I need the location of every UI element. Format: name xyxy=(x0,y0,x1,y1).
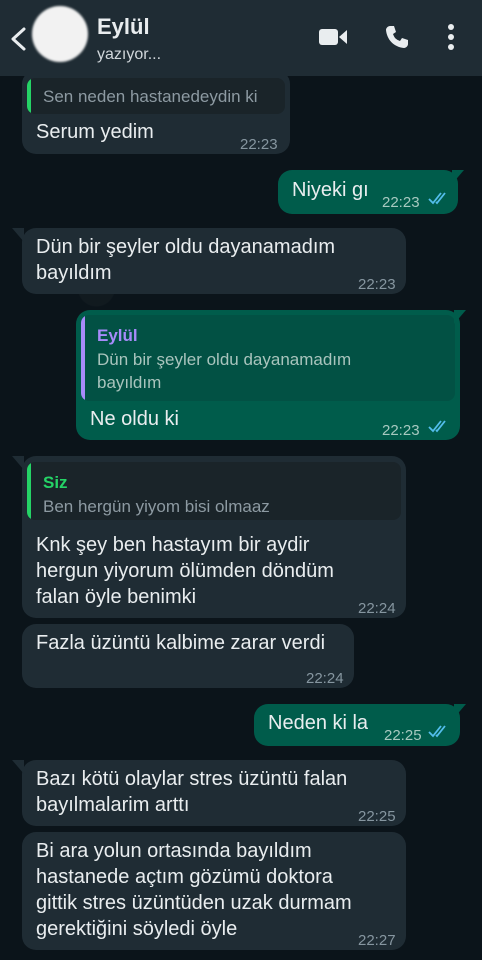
message-incoming[interactable]: Sen neden hastanedeydin ki Serum yedim 2… xyxy=(22,70,290,154)
reply-quote[interactable]: Sen neden hastanedeydin ki xyxy=(27,78,285,114)
message-text: Niyeki gı xyxy=(292,179,369,201)
message-incoming[interactable]: Siz Ben hergün yiyom bisi olmaaz Knk şey… xyxy=(22,456,406,618)
message-incoming[interactable]: Bazı kötü olaylar stres üzüntü falan bay… xyxy=(22,760,406,826)
message-outgoing[interactable]: Eylül Dün bir şeyler oldu dayanamadım ba… xyxy=(76,310,460,440)
contact-name[interactable]: Eylül xyxy=(97,14,150,40)
bubble-tail xyxy=(452,170,464,184)
message-text: hastanede açtım gözümü doktora xyxy=(36,866,333,888)
message-incoming[interactable]: Fazla üzüntü kalbime zarar verdi 22:24 xyxy=(22,624,354,688)
reply-quote[interactable]: Eylül Dün bir şeyler oldu dayanamadım ba… xyxy=(81,315,455,401)
message-text: Fazla üzüntü kalbime zarar verdi xyxy=(36,632,326,654)
message-time: 22:25 xyxy=(358,808,396,825)
message-text: falan öyle benimki xyxy=(36,586,197,608)
message-incoming[interactable]: Dün bir şeyler oldu dayanamadım bayıldım… xyxy=(22,228,406,294)
video-call-icon[interactable] xyxy=(318,26,348,48)
typing-status: yazıyor... xyxy=(97,46,162,63)
double-check-icon xyxy=(428,725,446,738)
message-time: 22:23 xyxy=(382,422,420,439)
quote-author: Siz xyxy=(43,473,68,492)
message-time: 22:23 xyxy=(382,194,420,211)
quote-text: Dün bir şeyler oldu dayanamadım xyxy=(97,350,352,369)
message-text: bayılmalarim arttı xyxy=(36,794,190,816)
quote-text: bayıldım xyxy=(97,373,162,392)
message-time: 22:27 xyxy=(358,932,396,949)
message-text: bayıldım xyxy=(36,262,112,284)
message-time: 22:23 xyxy=(240,136,278,153)
bubble-tail xyxy=(12,760,24,774)
bubble-tail xyxy=(12,228,24,242)
back-arrow-icon[interactable] xyxy=(8,26,30,52)
message-text: Neden ki la xyxy=(268,712,369,734)
avatar[interactable] xyxy=(32,6,88,62)
message-outgoing[interactable]: Neden ki la 22:25 xyxy=(254,704,460,746)
double-check-icon xyxy=(428,192,446,205)
double-check-icon xyxy=(428,420,446,433)
quote-text: Ben hergün yiyom bisi olmaaz xyxy=(43,497,270,516)
message-text: Ne oldu ki xyxy=(90,408,179,430)
bubble-tail xyxy=(12,456,24,470)
message-time: 22:24 xyxy=(306,670,344,687)
quote-bar xyxy=(81,315,85,401)
message-text: Bazı kötü olaylar stres üzüntü falan xyxy=(36,768,348,790)
quote-bar xyxy=(27,78,31,114)
message-text: hergun yiyorum ölümden döndüm xyxy=(36,560,334,582)
message-time: 22:24 xyxy=(358,600,396,617)
message-text: Serum yedim xyxy=(36,121,154,143)
message-text: gerektiğini söyledi öyle xyxy=(36,918,238,940)
message-text: gittik stres üzüntüden uzak durmam xyxy=(36,892,352,914)
bubble-tail xyxy=(454,310,466,324)
message-text: Dün bir şeyler oldu dayanamadım xyxy=(36,236,336,258)
bubble-tail xyxy=(454,704,466,718)
phone-icon[interactable] xyxy=(384,24,410,50)
message-text: Knk şey ben hastayım bir aydir xyxy=(36,534,310,556)
chat-header: Eylül yazıyor... xyxy=(0,0,482,76)
message-time: 22:23 xyxy=(358,276,396,293)
message-text: Bi ara yolun ortasında bayıldım xyxy=(36,840,312,862)
more-options-icon[interactable] xyxy=(444,22,458,52)
quote-text: Sen neden hastanedeydin ki xyxy=(43,87,258,106)
quote-bar xyxy=(27,462,31,520)
reply-quote[interactable]: Siz Ben hergün yiyom bisi olmaaz xyxy=(27,462,401,520)
message-outgoing[interactable]: Niyeki gı 22:23 xyxy=(278,170,458,214)
message-time: 22:25 xyxy=(384,727,422,744)
message-incoming[interactable]: Bi ara yolun ortasında bayıldım hastaned… xyxy=(22,832,406,950)
quote-author: Eylül xyxy=(97,326,138,345)
